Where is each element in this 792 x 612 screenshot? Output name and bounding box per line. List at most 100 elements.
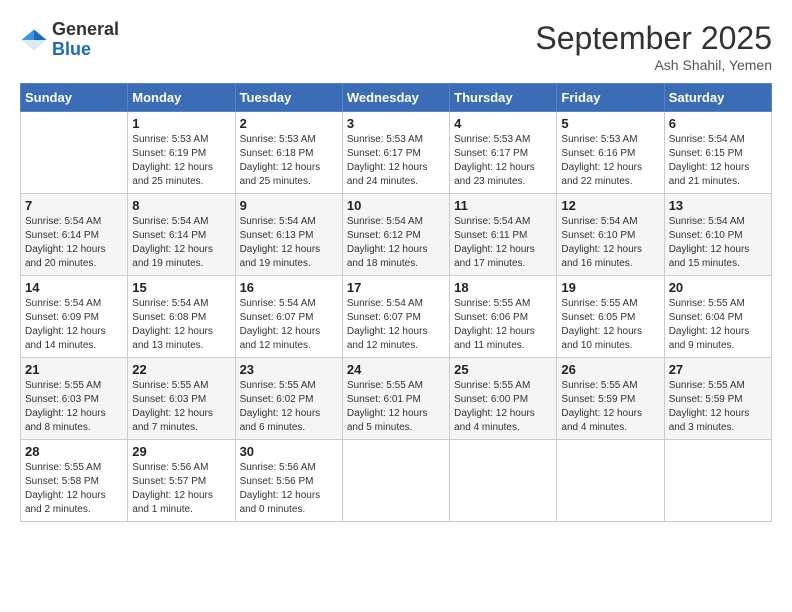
calendar-cell: 19Sunrise: 5:55 AMSunset: 6:05 PMDayligh… bbox=[557, 276, 664, 358]
calendar-cell: 6Sunrise: 5:54 AMSunset: 6:15 PMDaylight… bbox=[664, 112, 771, 194]
calendar-cell bbox=[557, 440, 664, 522]
day-info: Sunrise: 5:55 AMSunset: 6:03 PMDaylight:… bbox=[25, 379, 123, 435]
calendar-cell bbox=[21, 112, 128, 194]
day-number: 1 bbox=[132, 116, 230, 131]
calendar-cell: 5 Sunrise: 5:53 AMSunset: 6:16 PMDaylight… bbox=[557, 112, 664, 194]
day-info: Sunrise: 5:55 AMSunset: 6:02 PMDaylight:… bbox=[240, 379, 338, 435]
day-info: Sunrise: 5:54 AMSunset: 6:07 PMDaylight:… bbox=[240, 297, 338, 353]
day-info: Sunrise: 5:55 AMSunset: 5:58 PMDaylight:… bbox=[25, 461, 123, 517]
day-number: 14 bbox=[25, 280, 123, 295]
day-number: 18 bbox=[454, 280, 552, 295]
day-number: 25 bbox=[454, 362, 552, 377]
logo: GeneralBlue bbox=[20, 20, 119, 60]
day-info: Sunrise: 5:55 AMSunset: 6:00 PMDaylight:… bbox=[454, 379, 552, 435]
calendar-cell: 24 Sunrise: 5:55 AMSunset: 6:01 PMDayligh… bbox=[342, 358, 449, 440]
logo-text: GeneralBlue bbox=[52, 20, 119, 60]
calendar-week-row: 7Sunrise: 5:54 AMSunset: 6:14 PMDaylight… bbox=[21, 194, 772, 276]
day-info: Sunrise: 5:55 AMSunset: 6:01 PMDaylight:… bbox=[347, 379, 445, 435]
day-number: 28 bbox=[25, 444, 123, 459]
calendar-cell: 16 Sunrise: 5:54 AMSunset: 6:07 PMDayligh… bbox=[235, 276, 342, 358]
title-block: September 2025 Ash Shahil, Yemen bbox=[535, 20, 772, 73]
calendar-cell: 15 Sunrise: 5:54 AMSunset: 6:08 PMDayligh… bbox=[128, 276, 235, 358]
day-number: 4 bbox=[454, 116, 552, 131]
day-info: Sunrise: 5:54 AMSunset: 6:14 PMDaylight:… bbox=[25, 215, 123, 271]
day-info: Sunrise: 5:53 AMSunset: 6:18 PMDaylight:… bbox=[240, 133, 338, 189]
calendar-cell: 3 Sunrise: 5:53 AMSunset: 6:17 PMDaylight… bbox=[342, 112, 449, 194]
calendar-cell: 25 Sunrise: 5:55 AMSunset: 6:00 PMDayligh… bbox=[450, 358, 557, 440]
day-info: Sunrise: 5:55 AMSunset: 6:04 PMDaylight:… bbox=[669, 297, 767, 353]
day-number: 24 bbox=[347, 362, 445, 377]
day-info: Sunrise: 5:54 AMSunset: 6:08 PMDaylight:… bbox=[132, 297, 230, 353]
day-number: 9 bbox=[240, 198, 338, 213]
calendar-cell: 8Sunrise: 5:54 AMSunset: 6:14 PMDaylight… bbox=[128, 194, 235, 276]
calendar-cell: 11 Sunrise: 5:54 AMSunset: 6:11 PMDayligh… bbox=[450, 194, 557, 276]
day-number: 30 bbox=[240, 444, 338, 459]
day-of-week-header: Wednesday bbox=[342, 84, 449, 112]
calendar-header-row: SundayMondayTuesdayWednesdayThursdayFrid… bbox=[21, 84, 772, 112]
day-number: 5 bbox=[561, 116, 659, 131]
calendar-week-row: 28 Sunrise: 5:55 AMSunset: 5:58 PMDayligh… bbox=[21, 440, 772, 522]
calendar-cell: 30 Sunrise: 5:56 AMSunset: 5:56 PMDayligh… bbox=[235, 440, 342, 522]
calendar-cell: 1 Sunrise: 5:53 AMSunset: 6:19 PMDaylight… bbox=[128, 112, 235, 194]
calendar-cell: 7Sunrise: 5:54 AMSunset: 6:14 PMDaylight… bbox=[21, 194, 128, 276]
calendar-cell: 13 Sunrise: 5:54 AMSunset: 6:10 PMDayligh… bbox=[664, 194, 771, 276]
calendar-cell: 18 Sunrise: 5:55 AMSunset: 6:06 PMDayligh… bbox=[450, 276, 557, 358]
day-number: 10 bbox=[347, 198, 445, 213]
day-of-week-header: Tuesday bbox=[235, 84, 342, 112]
calendar-cell bbox=[664, 440, 771, 522]
day-number: 29 bbox=[132, 444, 230, 459]
month-year: September 2025 bbox=[535, 20, 772, 57]
day-info: Sunrise: 5:54 AMSunset: 6:07 PMDaylight:… bbox=[347, 297, 445, 353]
calendar-cell: 12 Sunrise: 5:54 AMSunset: 6:10 PMDayligh… bbox=[557, 194, 664, 276]
day-info: Sunrise: 5:55 AMSunset: 6:03 PMDaylight:… bbox=[132, 379, 230, 435]
calendar-cell: 22 Sunrise: 5:55 AMSunset: 6:03 PMDayligh… bbox=[128, 358, 235, 440]
day-of-week-header: Friday bbox=[557, 84, 664, 112]
calendar-cell: 9 Sunrise: 5:54 AMSunset: 6:13 PMDaylight… bbox=[235, 194, 342, 276]
day-number: 23 bbox=[240, 362, 338, 377]
day-number: 16 bbox=[240, 280, 338, 295]
location: Ash Shahil, Yemen bbox=[535, 57, 772, 73]
calendar-cell: 29Sunrise: 5:56 AMSunset: 5:57 PMDayligh… bbox=[128, 440, 235, 522]
day-number: 27 bbox=[669, 362, 767, 377]
day-of-week-header: Sunday bbox=[21, 84, 128, 112]
day-info: Sunrise: 5:54 AMSunset: 6:10 PMDaylight:… bbox=[669, 215, 767, 271]
day-number: 11 bbox=[454, 198, 552, 213]
day-number: 22 bbox=[132, 362, 230, 377]
day-info: Sunrise: 5:54 AMSunset: 6:12 PMDaylight:… bbox=[347, 215, 445, 271]
calendar-cell bbox=[450, 440, 557, 522]
day-number: 19 bbox=[561, 280, 659, 295]
day-info: Sunrise: 5:54 AMSunset: 6:11 PMDaylight:… bbox=[454, 215, 552, 271]
day-info: Sunrise: 5:54 AMSunset: 6:10 PMDaylight:… bbox=[561, 215, 659, 271]
day-number: 20 bbox=[669, 280, 767, 295]
calendar-cell: 20 Sunrise: 5:55 AMSunset: 6:04 PMDayligh… bbox=[664, 276, 771, 358]
day-info: Sunrise: 5:55 AMSunset: 6:06 PMDaylight:… bbox=[454, 297, 552, 353]
day-info: Sunrise: 5:53 AMSunset: 6:17 PMDaylight:… bbox=[454, 133, 552, 189]
day-number: 12 bbox=[561, 198, 659, 213]
calendar-cell: 26Sunrise: 5:55 AMSunset: 5:59 PMDayligh… bbox=[557, 358, 664, 440]
calendar-cell: 27 Sunrise: 5:55 AMSunset: 5:59 PMDayligh… bbox=[664, 358, 771, 440]
calendar-week-row: 21Sunrise: 5:55 AMSunset: 6:03 PMDayligh… bbox=[21, 358, 772, 440]
day-of-week-header: Saturday bbox=[664, 84, 771, 112]
day-number: 2 bbox=[240, 116, 338, 131]
day-number: 17 bbox=[347, 280, 445, 295]
day-info: Sunrise: 5:53 AMSunset: 6:19 PMDaylight:… bbox=[132, 133, 230, 189]
day-info: Sunrise: 5:54 AMSunset: 6:13 PMDaylight:… bbox=[240, 215, 338, 271]
day-info: Sunrise: 5:53 AMSunset: 6:17 PMDaylight:… bbox=[347, 133, 445, 189]
calendar-cell: 28 Sunrise: 5:55 AMSunset: 5:58 PMDayligh… bbox=[21, 440, 128, 522]
day-number: 13 bbox=[669, 198, 767, 213]
calendar-week-row: 1 Sunrise: 5:53 AMSunset: 6:19 PMDaylight… bbox=[21, 112, 772, 194]
day-info: Sunrise: 5:53 AMSunset: 6:16 PMDaylight:… bbox=[561, 133, 659, 189]
calendar-week-row: 14Sunrise: 5:54 AMSunset: 6:09 PMDayligh… bbox=[21, 276, 772, 358]
day-number: 3 bbox=[347, 116, 445, 131]
day-of-week-header: Monday bbox=[128, 84, 235, 112]
calendar-cell: 4 Sunrise: 5:53 AMSunset: 6:17 PMDaylight… bbox=[450, 112, 557, 194]
day-info: Sunrise: 5:55 AMSunset: 5:59 PMDaylight:… bbox=[561, 379, 659, 435]
day-info: Sunrise: 5:56 AMSunset: 5:56 PMDaylight:… bbox=[240, 461, 338, 517]
day-number: 15 bbox=[132, 280, 230, 295]
calendar-cell: 21Sunrise: 5:55 AMSunset: 6:03 PMDayligh… bbox=[21, 358, 128, 440]
day-info: Sunrise: 5:55 AMSunset: 5:59 PMDaylight:… bbox=[669, 379, 767, 435]
page-header: GeneralBlue September 2025 Ash Shahil, Y… bbox=[20, 20, 772, 73]
day-number: 8 bbox=[132, 198, 230, 213]
day-of-week-header: Thursday bbox=[450, 84, 557, 112]
calendar-cell bbox=[342, 440, 449, 522]
